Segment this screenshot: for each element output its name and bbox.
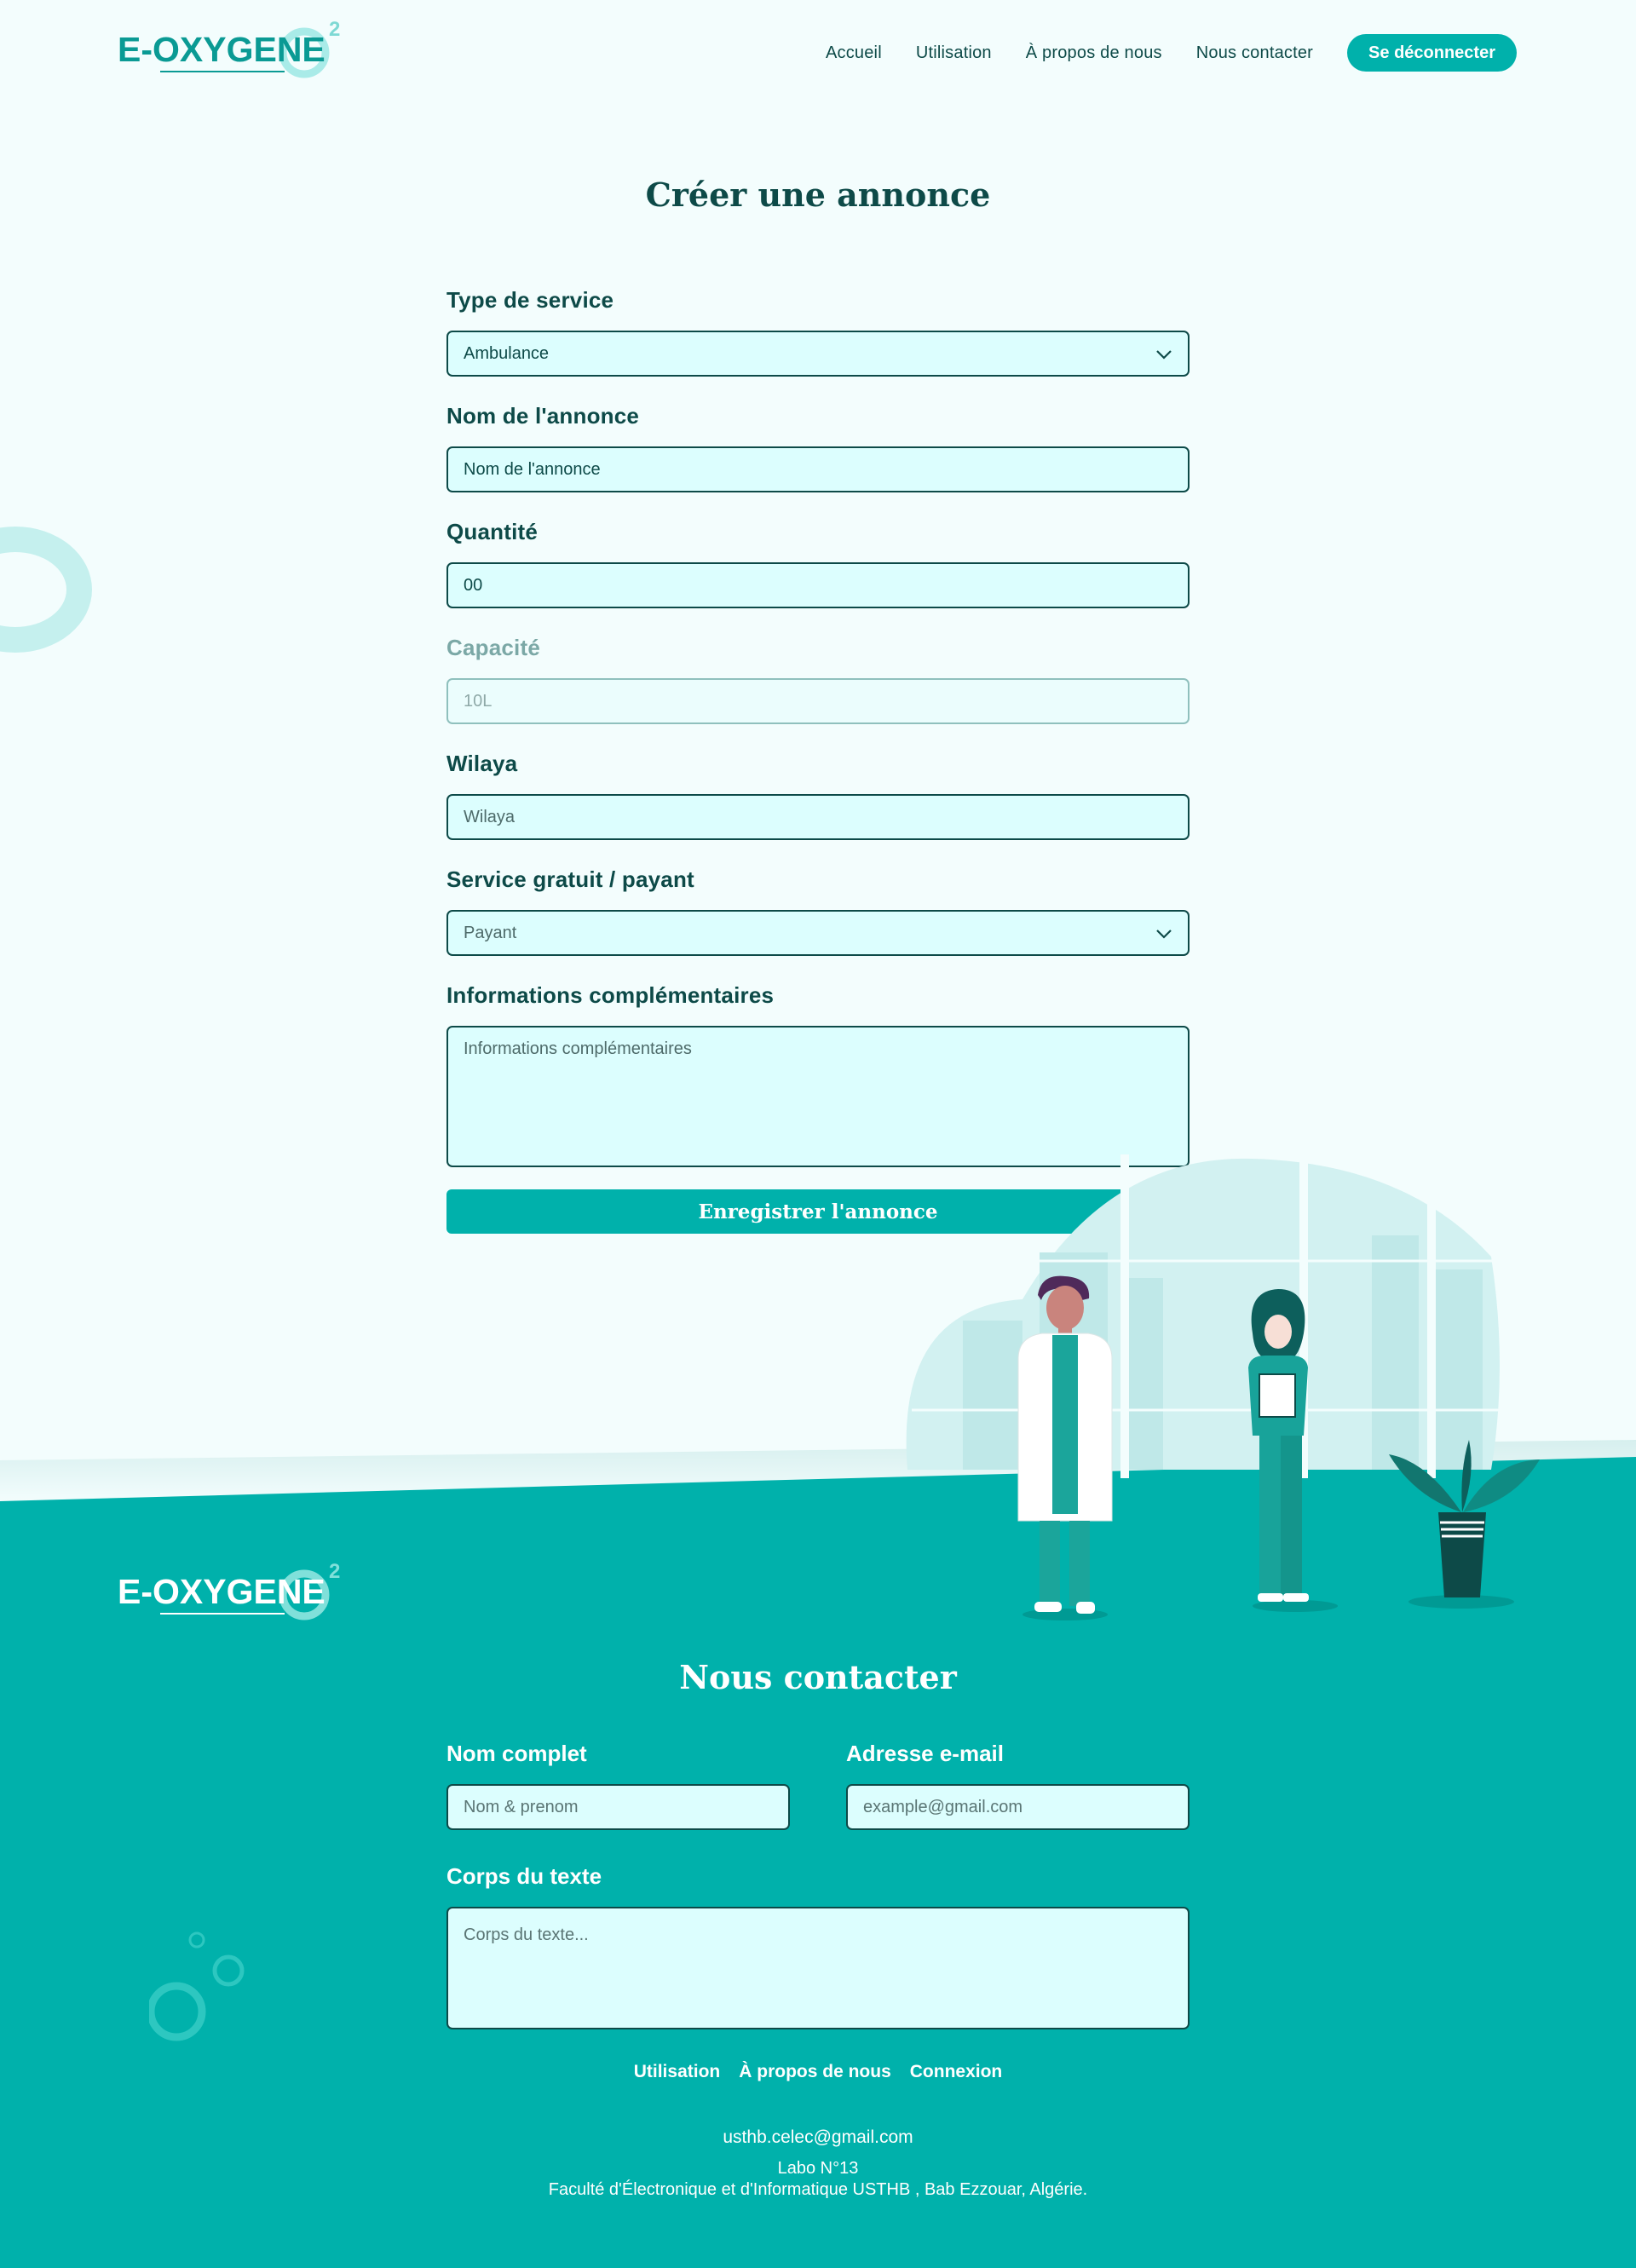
footer-links: Utilisation À propos de nous Connexion xyxy=(0,2062,1636,2082)
logo-icon: E-OXYGENE 2 xyxy=(118,18,340,78)
service-type-value: Ambulance xyxy=(464,343,550,363)
footer-link-utilisation[interactable]: Utilisation xyxy=(634,2062,721,2082)
service-type-select[interactable]: Ambulance xyxy=(446,331,1190,377)
footer-logo-link[interactable]: E-OXYGENE 2 xyxy=(118,1554,356,1624)
field-info: Informations complémentaires Information… xyxy=(446,978,1190,1167)
doctors-illustration xyxy=(906,1154,1540,1620)
fullname-placeholder: Nom & prenom xyxy=(464,1797,579,1816)
logo-link[interactable]: E-OXYGENE 2 xyxy=(118,12,356,82)
fullname-input[interactable]: Nom & prenom xyxy=(446,1784,790,1830)
email-placeholder: example@gmail.com xyxy=(863,1797,1023,1816)
payment-select[interactable]: Payant xyxy=(446,910,1190,956)
field-capacity: Capacité 10L xyxy=(446,630,1190,724)
svg-text:E-OXYGENE: E-OXYGENE xyxy=(118,1572,325,1611)
body-label: Corps du texte xyxy=(446,1863,602,1889)
svg-text:E-OXYGENE: E-OXYGENE xyxy=(118,30,325,69)
logo-icon: E-OXYGENE 2 xyxy=(118,1560,340,1620)
wilaya-placeholder: Wilaya xyxy=(464,807,516,826)
main-nav: Accueil Utilisation À propos de nous Nou… xyxy=(826,34,1517,72)
body-textarea[interactable]: Corps du texte... xyxy=(446,1907,1190,2029)
quantity-label: Quantité xyxy=(446,519,539,544)
payment-value: Payant xyxy=(464,923,517,942)
nav-accueil[interactable]: Accueil xyxy=(826,43,882,63)
nav-utilisation[interactable]: Utilisation xyxy=(916,43,992,63)
ad-name-placeholder: Nom de l'annonce xyxy=(464,459,601,479)
chevron-down-icon xyxy=(1156,350,1172,360)
create-ad-form: Type de service Ambulance Nom de l'annon… xyxy=(446,283,1190,1234)
capacity-label: Capacité xyxy=(446,635,540,660)
footer-email[interactable]: usthb.celec@gmail.com xyxy=(0,2127,1636,2148)
field-ad-name: Nom de l'annonce Nom de l'annonce xyxy=(446,399,1190,492)
body-placeholder: Corps du texte... xyxy=(464,1925,589,1944)
wilaya-input[interactable]: Wilaya xyxy=(446,794,1190,840)
field-quantity: Quantité 00 xyxy=(446,515,1190,608)
quantity-input[interactable]: 00 xyxy=(446,562,1190,608)
ad-name-label: Nom de l'annonce xyxy=(446,403,640,429)
page-title: Créer une annonce xyxy=(645,176,991,214)
service-type-label: Type de service xyxy=(446,287,614,313)
chevron-down-icon xyxy=(1156,930,1172,939)
quantity-value: 00 xyxy=(464,575,483,595)
contact-form: Nom complet Nom & prenom Adresse e-mail … xyxy=(446,1735,1190,2029)
footer-address-line2: Faculté d'Électronique et d'Informatique… xyxy=(548,2180,1088,2199)
footer-link-connexion[interactable]: Connexion xyxy=(910,2062,1003,2082)
bubbles-decoration xyxy=(149,1931,245,2041)
decorative-ring xyxy=(0,527,92,653)
field-wilaya: Wilaya Wilaya xyxy=(446,746,1190,840)
info-label: Informations complémentaires xyxy=(446,982,775,1008)
wilaya-label: Wilaya xyxy=(446,751,518,776)
header: E-OXYGENE 2 Accueil Utilisation À propos… xyxy=(0,0,1636,111)
footer-address-line1: Labo N°13 xyxy=(777,2159,859,2178)
nav-a-propos[interactable]: À propos de nous xyxy=(1026,43,1162,63)
payment-label: Service gratuit / payant xyxy=(446,866,694,892)
field-service-type: Type de service Ambulance xyxy=(446,283,1190,377)
nav-contact[interactable]: Nous contacter xyxy=(1196,43,1313,63)
capacity-value: 10L xyxy=(464,691,493,711)
email-input[interactable]: example@gmail.com xyxy=(846,1784,1190,1830)
fullname-label: Nom complet xyxy=(446,1741,587,1766)
field-payment: Service gratuit / payant Payant xyxy=(446,862,1190,956)
footer-link-a-propos[interactable]: À propos de nous xyxy=(739,2062,891,2082)
plant-decoration xyxy=(1389,1440,1540,1597)
footer-info: usthb.celec@gmail.com Labo N°13 Faculté … xyxy=(0,2127,1636,2201)
ad-name-input[interactable]: Nom de l'annonce xyxy=(446,446,1190,492)
info-textarea[interactable]: Informations complémentaires xyxy=(446,1026,1190,1167)
contact-title: Nous contacter xyxy=(679,1658,957,1696)
svg-text:2: 2 xyxy=(329,18,340,41)
email-label: Adresse e-mail xyxy=(846,1741,1004,1766)
capacity-input: 10L xyxy=(446,678,1190,724)
svg-text:2: 2 xyxy=(329,1560,340,1583)
info-placeholder: Informations complémentaires xyxy=(464,1039,692,1058)
logout-button[interactable]: Se déconnecter xyxy=(1347,34,1517,72)
